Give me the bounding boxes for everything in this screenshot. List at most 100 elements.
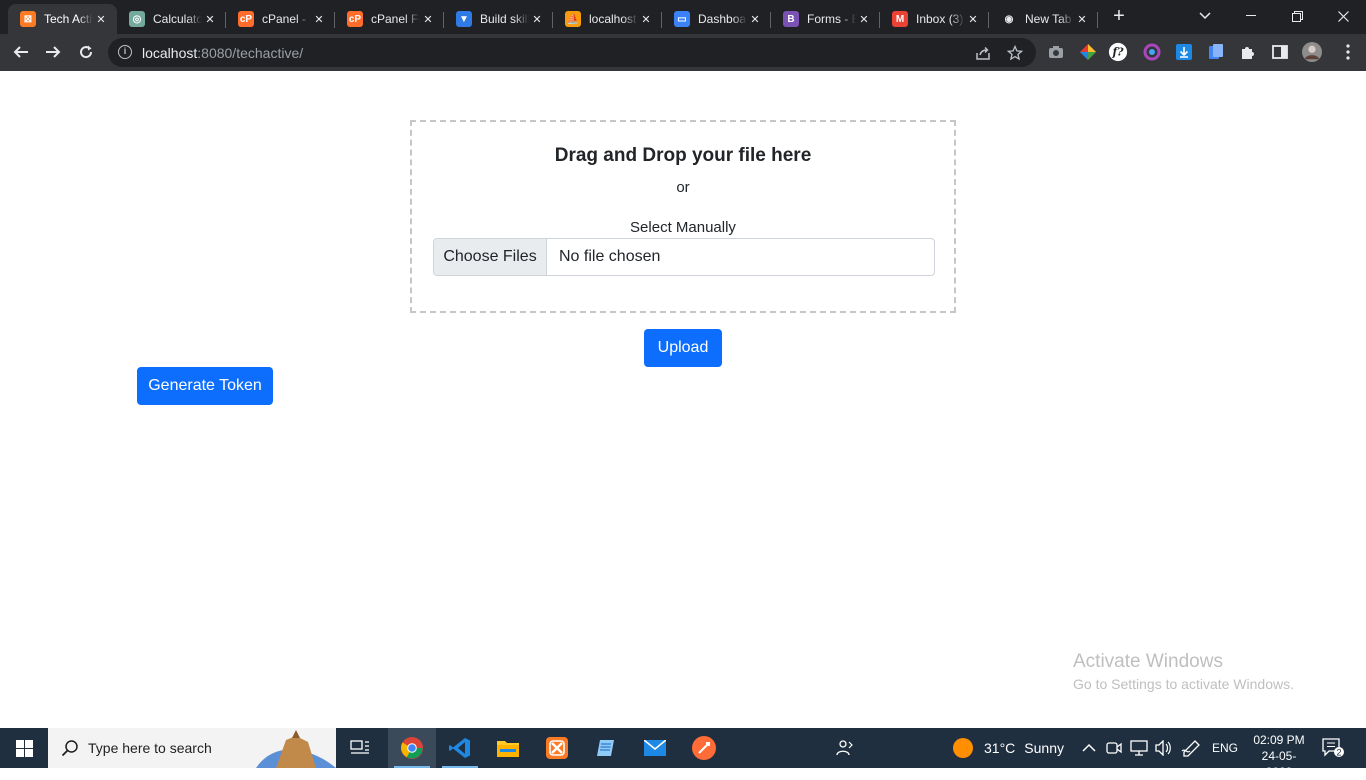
tab-6[interactable]: ▭ Dashboard✕ [662,4,771,34]
taskbar-postman[interactable] [680,728,728,768]
start-button[interactable] [0,728,48,768]
tab-4[interactable]: ▼ Build skills✕ [444,4,553,34]
tab-title: Forms - Bootstrap [807,12,856,26]
taskbar-file-explorer[interactable] [484,728,532,768]
clock-date: 24-05-2023 [1261,749,1297,779]
close-tab-icon[interactable]: ✕ [965,11,981,27]
cpanel-icon: cP [238,11,254,27]
people-icon[interactable] [836,728,856,768]
font-identifier-extension-icon[interactable]: f? [1108,42,1128,62]
volume-icon[interactable] [1154,728,1172,768]
forward-button[interactable] [40,39,66,65]
extensions-puzzle-icon[interactable] [1238,42,1258,62]
upload-button[interactable]: Upload [644,329,722,367]
folder-icon [497,741,519,757]
close-tab-icon[interactable]: ✕ [311,11,327,27]
meet-now-icon[interactable] [1106,728,1122,768]
close-tab-icon[interactable]: ✕ [747,11,763,27]
color-picker-extension-icon[interactable] [1078,42,1098,62]
tab-5[interactable]: ⛵ localhost ✕ [553,4,662,34]
gmail-icon: M [892,11,908,27]
download-extension-icon[interactable] [1174,42,1194,62]
task-view-button[interactable] [336,728,384,768]
docs-extension-icon[interactable] [1206,42,1226,62]
tab-9[interactable]: ◉ New Tab ✕ [989,4,1098,34]
show-hidden-icons-chevron-icon[interactable] [1082,728,1096,768]
restore-button[interactable] [1274,0,1320,32]
network-icon[interactable] [1130,728,1148,768]
page-content: Drag and Drop your file here or Select M… [0,71,1366,728]
tab-title: New Tab [1025,12,1072,26]
close-tab-icon[interactable]: ✕ [93,11,109,27]
mail-icon [644,740,666,756]
task-view-icon [350,740,369,754]
notepad-icon [597,740,614,756]
back-button[interactable] [8,39,34,65]
close-tab-icon[interactable]: ✕ [202,11,218,27]
close-tab-icon[interactable]: ✕ [638,11,654,27]
browser-toolbar: i localhost:8080/techactive/ f? [0,34,1366,71]
watermark-title: Activate Windows [1073,651,1223,672]
pen-workspace-icon[interactable] [1181,728,1201,768]
tab-title: localhost [589,12,637,26]
generate-token-button[interactable]: Generate Token [137,367,273,405]
weather-temp: 31°C [984,740,1016,756]
chrome-menu-icon[interactable] [1338,42,1358,62]
chrome-icon [401,737,423,759]
close-tab-icon[interactable]: ✕ [856,11,872,27]
select-manually-label: Select Manually [630,219,736,236]
tab-search-button[interactable] [1182,0,1228,32]
sun-icon [953,738,973,758]
tab-2[interactable]: cP cPanel - Main✕ [226,4,335,34]
tab-8[interactable]: M Inbox (3) ✕ [880,4,989,34]
briefcase-icon: ▭ [674,11,690,27]
tab-1[interactable]: ◎ Calculator ✕ [117,4,226,34]
drop-zone-title: Drag and Drop your file here [554,145,812,166]
weather-widget[interactable]: 31°C Sunny [952,728,1064,768]
taskbar-notepad[interactable] [582,728,630,768]
file-input[interactable]: Choose Files No file chosen [433,238,935,276]
file-drop-zone[interactable]: Drag and Drop your file here or Select M… [410,120,956,313]
language-indicator[interactable]: ENG [1212,728,1238,768]
address-bar[interactable]: i localhost:8080/techactive/ [108,38,1036,67]
tab-title: cPanel File [371,12,420,26]
taskbar-vscode[interactable] [436,728,484,768]
bootstrap-icon: B [783,11,799,27]
tab-title: cPanel - Main [262,12,311,26]
tab-7[interactable]: B Forms - Bootstrap✕ [771,4,880,34]
postman-icon [692,736,716,760]
close-tab-icon[interactable]: ✕ [1074,11,1090,27]
taskbar-chrome[interactable] [388,728,436,768]
profile-avatar[interactable] [1302,42,1322,62]
choose-files-button[interactable]: Choose Files [434,239,547,275]
side-panel-icon[interactable] [1270,42,1290,62]
taskbar-mail[interactable] [631,728,679,768]
browser-tab-strip: ⊠Tech Active✕◎Calculator✕cPcPanel - Main… [0,0,1366,34]
clock[interactable]: 02:09 PM 24-05-2023 [1250,732,1308,780]
close-tab-icon[interactable]: ✕ [420,11,436,27]
svg-text:f?: f? [1111,46,1124,59]
new-tab-button[interactable]: + [1108,6,1130,28]
search-placeholder: Type here to search [88,740,212,756]
close-window-button[interactable] [1320,0,1366,32]
action-center-button[interactable]: 2 [1322,728,1344,768]
tab-3[interactable]: cP cPanel File✕ [335,4,444,34]
search-icon [61,740,78,757]
share-icon[interactable] [974,44,992,62]
address-url: localhost:8080/techactive/ [142,45,304,61]
watermark-subtitle: Go to Settings to activate Windows. [1073,676,1294,692]
vscode-icon [449,738,470,758]
screenshot-extension-icon[interactable] [1046,42,1066,62]
minimize-button[interactable] [1228,0,1274,32]
close-tab-icon[interactable]: ✕ [529,11,545,27]
taskbar-search-box[interactable]: Type here to search [48,728,336,768]
taskbar-xampp[interactable] [533,728,581,768]
reload-button[interactable] [73,39,99,65]
bookmark-star-icon[interactable] [1006,44,1024,62]
tab-0[interactable]: ⊠ Tech Active✕ [8,4,117,34]
site-info-icon[interactable]: i [118,45,132,59]
colorzilla-extension-icon[interactable] [1142,42,1162,62]
notification-icon: 2 [1322,738,1344,758]
tab-title: Calculator [153,12,202,26]
openai-icon: ◎ [129,11,145,27]
